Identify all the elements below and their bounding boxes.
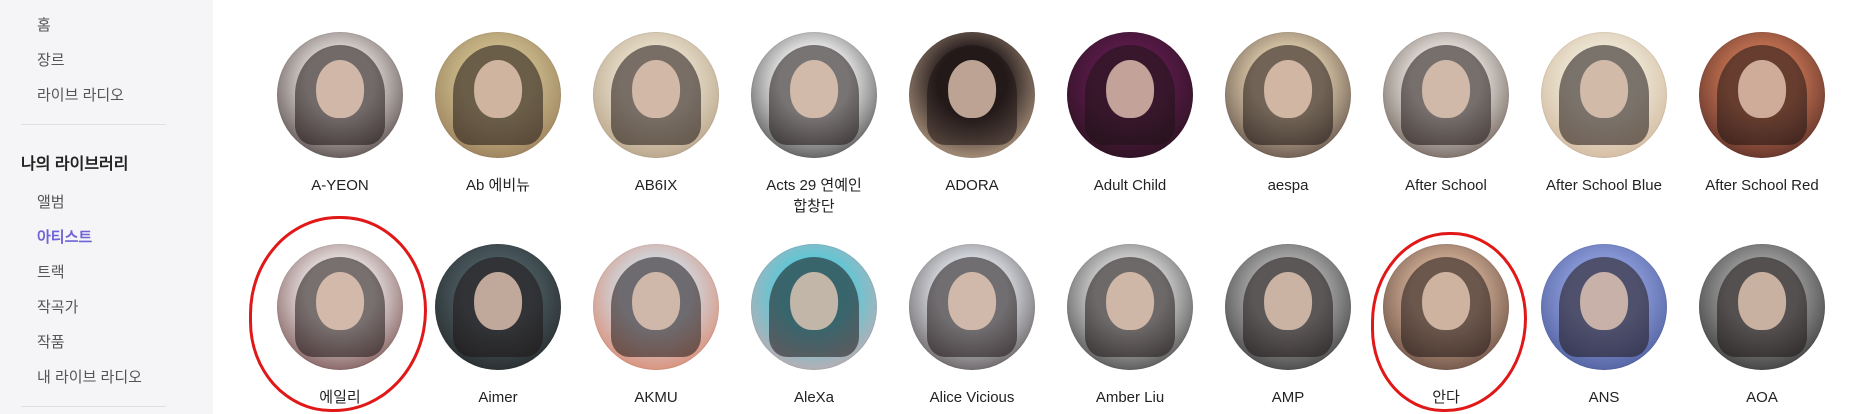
nav-live-radio[interactable]: 라이브 라디오	[37, 84, 124, 105]
avatar-face	[1264, 59, 1312, 118]
artist-avatar[interactable]	[593, 32, 719, 158]
avatar-face	[1106, 271, 1154, 330]
artist-card[interactable]: Amber Liu	[1051, 244, 1209, 408]
artist-name[interactable]: AOA	[1683, 387, 1841, 408]
artist-avatar[interactable]	[277, 32, 403, 158]
avatar-face	[1580, 59, 1628, 118]
sidebar-divider	[21, 124, 166, 125]
avatar-face	[1106, 59, 1154, 118]
library-item-artists[interactable]: 아티스트	[37, 226, 92, 247]
avatar-face	[790, 271, 838, 330]
artist-card[interactable]: Adult Child	[1051, 32, 1209, 196]
artist-name[interactable]: After School	[1367, 175, 1525, 196]
artist-name[interactable]: AleXa	[735, 387, 893, 408]
artist-avatar[interactable]	[1225, 32, 1351, 158]
library-item-my-live-radio[interactable]: 내 라이브 라디오	[37, 366, 142, 387]
artist-name[interactable]: 안다	[1367, 387, 1525, 408]
artist-avatar[interactable]	[435, 32, 561, 158]
artist-grid: A-YEON Ab 에비뉴 AB6IX Acts 29 연예인 합창단 ADORA Adu…	[213, 0, 1855, 414]
artist-avatar[interactable]	[909, 32, 1035, 158]
nav-genre[interactable]: 장르	[37, 49, 65, 70]
avatar-face	[316, 271, 364, 330]
avatar-face	[316, 59, 364, 118]
avatar-face	[948, 271, 996, 330]
avatar-face	[948, 59, 996, 118]
artist-card[interactable]: After School	[1367, 32, 1525, 196]
artist-card[interactable]: aespa	[1209, 32, 1367, 196]
artist-card[interactable]: AOA	[1683, 244, 1841, 408]
artist-avatar[interactable]	[1067, 244, 1193, 370]
artist-card[interactable]: Acts 29 연예인 합창단	[735, 32, 893, 217]
artist-avatar[interactable]	[1541, 244, 1667, 370]
library-item-composers[interactable]: 작곡가	[37, 296, 78, 317]
artist-avatar[interactable]	[1225, 244, 1351, 370]
avatar-face	[1738, 59, 1786, 118]
avatar-face	[474, 271, 522, 330]
library-title: 나의 라이브러리	[21, 156, 129, 173]
artist-card[interactable]: After School Blue	[1525, 32, 1683, 196]
artist-name[interactable]: AB6IX	[577, 175, 735, 196]
avatar-face	[1422, 271, 1470, 330]
artist-avatar[interactable]	[751, 244, 877, 370]
artist-card[interactable]: 안다	[1367, 244, 1525, 408]
avatar-face	[632, 59, 680, 118]
avatar-face	[1580, 271, 1628, 330]
artist-name[interactable]: Adult Child	[1051, 175, 1209, 196]
library-item-works[interactable]: 작품	[37, 331, 65, 352]
artist-name[interactable]: Aimer	[419, 387, 577, 408]
artist-name[interactable]: After School Blue	[1525, 175, 1683, 196]
artist-card[interactable]: AMP	[1209, 244, 1367, 408]
artist-card[interactable]: Alice Vicious	[893, 244, 1051, 408]
artist-avatar[interactable]	[277, 244, 403, 370]
artist-name[interactable]: ANS	[1525, 387, 1683, 408]
artist-avatar[interactable]	[435, 244, 561, 370]
artist-avatar[interactable]	[593, 244, 719, 370]
artist-name[interactable]: aespa	[1209, 175, 1367, 196]
library-item-albums[interactable]: 앨범	[37, 191, 65, 212]
sidebar-divider-bottom	[21, 406, 166, 407]
sidebar: 홈 장르 라이브 라디오 나의 라이브러리 앨범 아티스트 트랙 작곡가 작품 …	[0, 0, 213, 414]
artist-card[interactable]: Ab 에비뉴	[419, 32, 577, 196]
artist-card[interactable]: ADORA	[893, 32, 1051, 196]
artist-name[interactable]: Ab 에비뉴	[419, 175, 577, 196]
avatar-face	[632, 271, 680, 330]
artist-avatar[interactable]	[1699, 32, 1825, 158]
avatar-face	[1264, 271, 1312, 330]
artist-name[interactable]: After School Red	[1683, 175, 1841, 196]
nav-home[interactable]: 홈	[37, 14, 51, 35]
avatar-face	[474, 59, 522, 118]
artist-card[interactable]: 에일리	[261, 244, 419, 408]
artist-name[interactable]: ADORA	[893, 175, 1051, 196]
artist-avatar[interactable]	[751, 32, 877, 158]
library-item-tracks[interactable]: 트랙	[37, 261, 65, 282]
avatar-face	[1738, 271, 1786, 330]
artist-avatar[interactable]	[1383, 32, 1509, 158]
artist-name[interactable]: AKMU	[577, 387, 735, 408]
artist-card[interactable]: ANS	[1525, 244, 1683, 408]
artist-name[interactable]: 에일리	[261, 387, 419, 408]
artist-card[interactable]: After School Red	[1683, 32, 1841, 196]
artist-name[interactable]: A-YEON	[261, 175, 419, 196]
artist-card[interactable]: Aimer	[419, 244, 577, 408]
artist-avatar[interactable]	[1541, 32, 1667, 158]
artist-name[interactable]: Alice Vicious	[893, 387, 1051, 408]
artist-name[interactable]: AMP	[1209, 387, 1367, 408]
avatar-face	[1422, 59, 1470, 118]
artist-card[interactable]: AleXa	[735, 244, 893, 408]
artist-name[interactable]: Acts 29 연예인 합창단	[759, 175, 869, 217]
artist-avatar[interactable]	[1067, 32, 1193, 158]
artist-card[interactable]: AB6IX	[577, 32, 735, 196]
avatar-face	[790, 59, 838, 118]
artist-avatar[interactable]	[909, 244, 1035, 370]
artist-name[interactable]: Amber Liu	[1051, 387, 1209, 408]
artist-avatar[interactable]	[1383, 244, 1509, 370]
artist-avatar[interactable]	[1699, 244, 1825, 370]
artist-card[interactable]: AKMU	[577, 244, 735, 408]
artist-card[interactable]: A-YEON	[261, 32, 419, 196]
